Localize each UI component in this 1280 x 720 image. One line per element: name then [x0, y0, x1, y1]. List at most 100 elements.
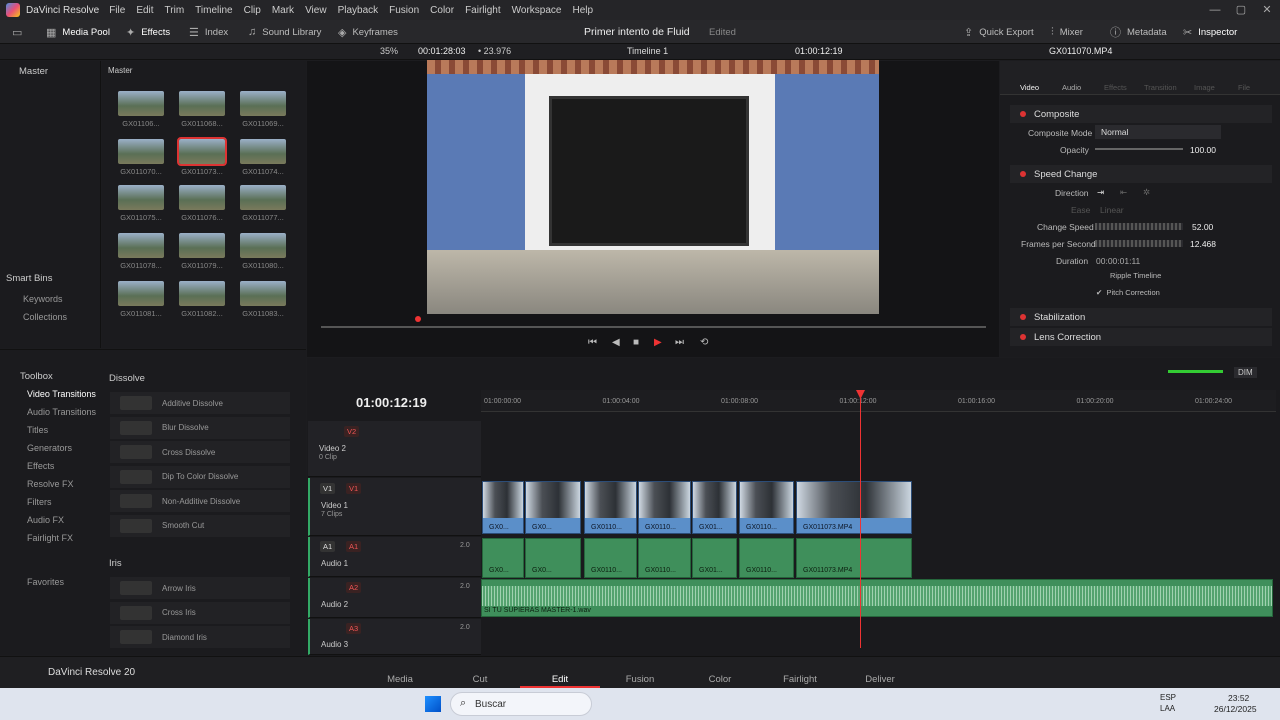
inspector-tab-image[interactable]: Image — [1194, 83, 1215, 92]
timeline-ruler[interactable]: 01:00:00:00 01:00:04:00 01:00:08:00 01:00:1… — [481, 390, 1276, 412]
page-deliver[interactable]: Deliver — [850, 674, 910, 685]
audio-clip-a1[interactable]: GX0... — [525, 538, 581, 578]
pitch-correction-checkbox[interactable]: ✔ Pitch Correction — [1096, 288, 1160, 297]
menu-help[interactable]: Help — [572, 5, 593, 16]
media-clip[interactable]: GX011075... — [116, 185, 166, 222]
quick-export-button[interactable]: ⇪ Quick Export — [964, 20, 1034, 44]
fps-slider[interactable] — [1095, 240, 1183, 247]
composite-mode-select[interactable]: Normal — [1095, 125, 1221, 139]
fx-category-favorites[interactable]: Favorites — [27, 577, 64, 587]
audio-clip-a1[interactable]: GX011073.MP4 — [796, 538, 912, 578]
transition-item[interactable]: Smooth Cut — [110, 514, 290, 537]
fx-category-fairlight-fx[interactable]: Fairlight FX — [27, 533, 73, 543]
sound-library-button[interactable]: ♫ Sound Library — [248, 20, 321, 44]
language-indicator[interactable]: ESP — [1160, 693, 1176, 702]
inspector-tab-video[interactable]: Video — [1020, 83, 1039, 92]
menu-clip[interactable]: Clip — [244, 5, 261, 16]
audio-clip-a2[interactable]: SI TU SUPIERAS MASTER-1.wav — [481, 579, 1273, 617]
transition-item[interactable]: Non-Additive Dissolve — [110, 490, 290, 512]
speed-change-section[interactable]: Speed Change — [1010, 165, 1272, 183]
inspector-tab-effects[interactable]: Effects — [1104, 83, 1127, 92]
media-clip[interactable]: GX011074... — [238, 139, 288, 176]
stabilization-section[interactable]: Stabilization — [1010, 308, 1272, 326]
media-clip[interactable]: GX011073... — [177, 137, 227, 176]
media-clip[interactable]: GX011083... — [238, 281, 288, 318]
audio-clip-a1[interactable]: GX0110... — [584, 538, 637, 578]
play-icon[interactable]: ▶ — [654, 337, 662, 348]
clock-date[interactable]: 26/12/2025 — [1214, 704, 1257, 714]
scrubber-bar[interactable] — [321, 326, 986, 328]
direction-reverse-icon[interactable]: ⇤ — [1120, 187, 1127, 198]
close-icon[interactable]: ✕ — [1254, 0, 1280, 20]
video-clip[interactable]: GX01... — [692, 481, 737, 534]
inspector-button[interactable]: ✂ Inspector — [1183, 20, 1237, 44]
page-fairlight[interactable]: Fairlight — [770, 674, 830, 685]
zoom-level[interactable]: 35% — [380, 46, 398, 56]
transition-item[interactable]: Blur Dissolve — [110, 416, 290, 439]
menu-color[interactable]: Color — [430, 5, 454, 16]
menu-fairlight[interactable]: Fairlight — [465, 5, 501, 16]
video-clip[interactable]: GX0110... — [584, 481, 637, 534]
master-bin[interactable]: Master — [19, 66, 48, 77]
page-edit[interactable]: Edit — [530, 674, 590, 685]
media-clip[interactable]: GX011080... — [238, 233, 288, 270]
media-clip[interactable]: GX011069... — [238, 91, 288, 128]
transition-item[interactable]: Dip To Color Dissolve — [110, 465, 290, 488]
fx-category-filters[interactable]: Filters — [27, 497, 52, 507]
menu-view[interactable]: View — [305, 5, 327, 16]
transition-item[interactable]: Cross Iris — [110, 601, 290, 624]
audio-clip-a1[interactable]: GX01... — [692, 538, 737, 578]
media-clip[interactable]: GX011081... — [116, 281, 166, 318]
collections-bin[interactable]: Collections — [23, 312, 67, 322]
dim-button[interactable]: DIM — [1234, 367, 1257, 378]
metadata-button[interactable]: ⓘ Metadata — [1110, 20, 1167, 44]
toolbox-header[interactable]: Toolbox — [20, 371, 53, 382]
ripple-timeline-checkbox[interactable]: Ripple Timeline — [1110, 271, 1161, 280]
duration-value[interactable]: 00:00:01:11 — [1096, 256, 1140, 266]
clock-time[interactable]: 23:52 — [1228, 693, 1249, 703]
page-fusion[interactable]: Fusion — [610, 674, 670, 685]
menu-timeline[interactable]: Timeline — [195, 5, 232, 16]
loop-icon[interactable]: ⟲ — [700, 337, 708, 348]
fx-category-titles[interactable]: Titles — [27, 425, 48, 435]
direction-forward-icon[interactable]: ⇥ — [1097, 187, 1104, 198]
media-clip[interactable]: GX011076... — [177, 185, 227, 222]
menu-edit[interactable]: Edit — [136, 5, 153, 16]
index-button[interactable]: ☰ Index — [189, 20, 228, 44]
menu-fusion[interactable]: Fusion — [389, 5, 419, 16]
video-clip[interactable]: GX011073.MP4 — [796, 481, 912, 534]
scrubber-playhead[interactable] — [415, 316, 421, 322]
video-clip[interactable]: GX0110... — [638, 481, 691, 534]
audio-clip-a1[interactable]: GX0110... — [739, 538, 794, 578]
page-color[interactable]: Color — [690, 674, 750, 685]
keywords-bin[interactable]: Keywords — [23, 294, 63, 304]
transition-item[interactable]: Cross Dissolve — [110, 441, 290, 463]
volume-slider[interactable] — [1168, 370, 1223, 373]
jump-end-icon[interactable]: ⏭ — [675, 337, 684, 348]
media-clip[interactable]: GX011078... — [116, 233, 166, 270]
page-media[interactable]: Media — [370, 674, 430, 685]
transition-item[interactable]: Arrow Iris — [110, 577, 290, 599]
inspector-tab-audio[interactable]: Audio — [1062, 83, 1081, 92]
jump-start-icon[interactable]: ⏮ — [588, 337, 597, 348]
media-pool-button[interactable]: ▦ Media Pool — [46, 20, 110, 44]
menu-trim[interactable]: Trim — [165, 5, 185, 16]
menu-mark[interactable]: Mark — [272, 5, 294, 16]
change-speed-slider[interactable] — [1095, 223, 1183, 230]
page-cut[interactable]: Cut — [450, 674, 510, 685]
media-clip[interactable]: GX011070... — [116, 139, 166, 176]
fps-value[interactable]: 12.468 — [1190, 239, 1216, 249]
composite-section[interactable]: Composite — [1010, 105, 1272, 123]
fx-category-audio-fx[interactable]: Audio FX — [27, 515, 64, 525]
change-speed-value[interactable]: 52.00 — [1192, 222, 1213, 232]
video-clip[interactable]: GX0110... — [739, 481, 794, 534]
timeline-selector[interactable]: Timeline 1 — [627, 46, 668, 56]
fx-category-effects[interactable]: Effects — [27, 461, 54, 471]
transition-item[interactable]: Additive Dissolve — [110, 392, 290, 414]
menu-file[interactable]: File — [109, 5, 125, 16]
taskbar-search[interactable]: ⌕ Buscar — [450, 692, 592, 716]
freeze-frame-icon[interactable]: ✲ — [1143, 187, 1150, 198]
lens-correction-section[interactable]: Lens Correction — [1010, 328, 1272, 346]
audio-clip-a1[interactable]: GX0110... — [638, 538, 691, 578]
media-clip[interactable]: GX011077... — [238, 185, 288, 222]
